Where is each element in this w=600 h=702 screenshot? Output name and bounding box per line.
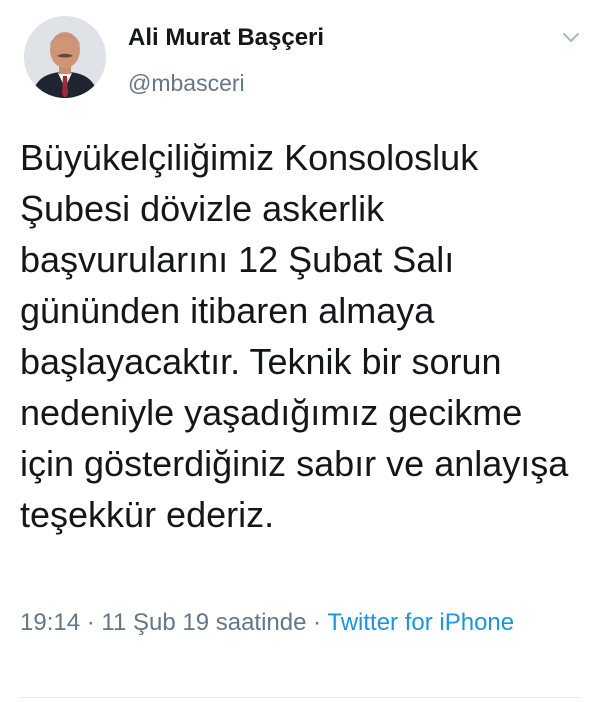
chevron-down-icon[interactable] bbox=[560, 26, 582, 48]
tweet-date[interactable]: 11 Şub 19 saatinde bbox=[101, 609, 306, 636]
tweet-metadata: 19:14 · 11 Şub 19 saatinde · Twitter for… bbox=[20, 605, 580, 641]
tweet-card: Ali Murat Başçeri @mbasceri Büyükelçiliğ… bbox=[0, 0, 600, 702]
avatar[interactable] bbox=[24, 16, 106, 98]
author-display-name[interactable]: Ali Murat Başçeri bbox=[128, 24, 324, 52]
tweet-text: Büyükelçiliğimiz Konsolosluk Şubesi dövi… bbox=[20, 137, 569, 535]
profile-photo-icon bbox=[24, 16, 106, 98]
tweet-time[interactable]: 19:14 bbox=[20, 609, 80, 636]
meta-separator: · bbox=[313, 609, 322, 636]
author-handle[interactable]: @mbasceri bbox=[128, 70, 245, 97]
tweet-source-link[interactable]: Twitter for iPhone bbox=[327, 609, 514, 636]
divider bbox=[20, 697, 580, 698]
meta-separator: · bbox=[86, 609, 95, 636]
